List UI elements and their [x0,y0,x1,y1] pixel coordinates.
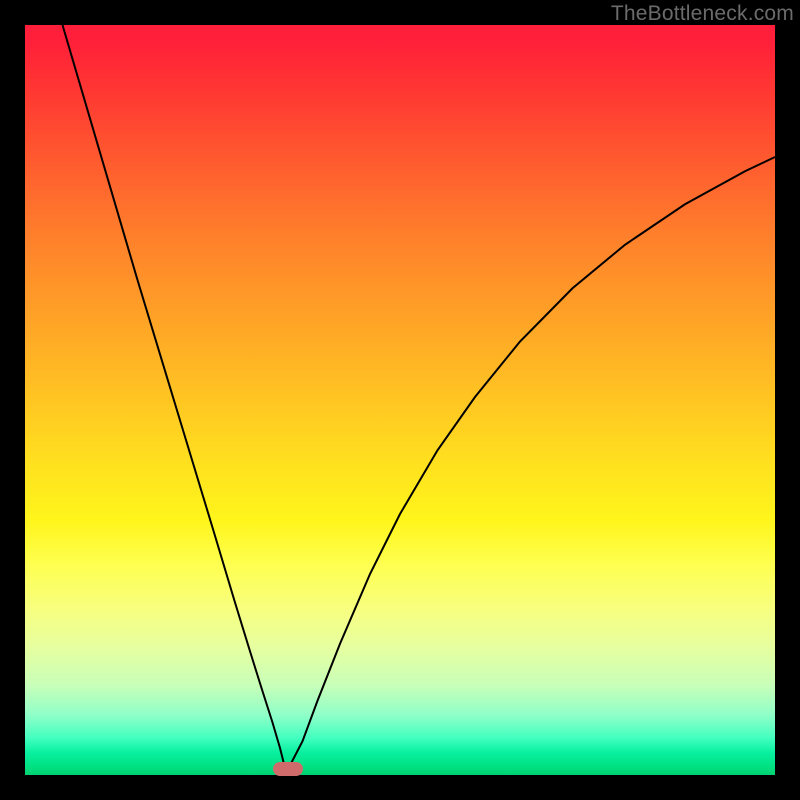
optimal-point-marker [273,762,303,776]
bottleneck-curve [25,25,775,775]
plot-area [25,25,775,775]
chart-frame: TheBottleneck.com [0,0,800,800]
watermark-text: TheBottleneck.com [611,2,794,26]
